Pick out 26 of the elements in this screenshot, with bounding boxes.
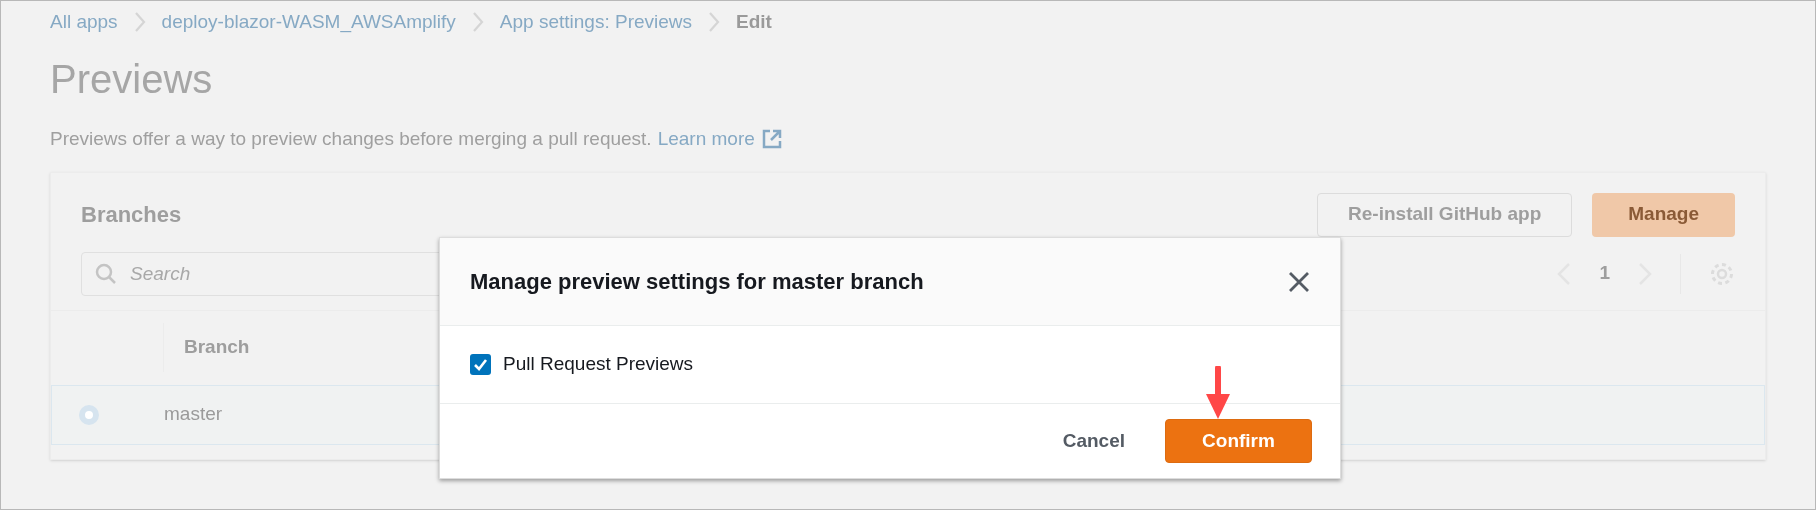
checkbox[interactable] [470,354,491,375]
cancel-button[interactable]: Cancel [1062,426,1125,456]
table-cell-text: master [164,402,223,427]
chevron-icon [133,11,146,33]
page-description: Previews offer a way to preview changes before merging a pull request. [50,127,652,151]
panel-title: Branches [81,201,182,229]
page-number[interactable]: 1 [1599,259,1610,288]
breadcrumb-link[interactable]: deploy-blazor-WASM_AWSAmplify [161,7,456,37]
search-icon [95,262,117,285]
checkbox-label: Pull Request Previews [503,352,694,377]
breadcrumb-link[interactable]: Edit [736,7,772,37]
annotation-arrow [1205,366,1231,420]
chevron-icon [708,11,721,33]
external-link-icon [760,128,783,151]
breadcrumb-link[interactable]: App settings: Previews [499,7,693,37]
radio-button[interactable] [79,404,99,425]
page-title: Previews [50,56,213,103]
close-icon[interactable] [1288,270,1310,293]
chevron-icon [471,11,484,33]
reinstall-button[interactable]: Re-install GitHub app [1317,192,1573,237]
confirm-button[interactable]: Confirm [1165,419,1312,463]
checkmark-icon [473,357,488,372]
manage-button[interactable]: Manage [1592,192,1735,237]
column-header: Branch [163,323,250,372]
learn-more-link[interactable]: Learn more [657,125,755,154]
breadcrumb-link[interactable]: All apps [50,7,118,37]
